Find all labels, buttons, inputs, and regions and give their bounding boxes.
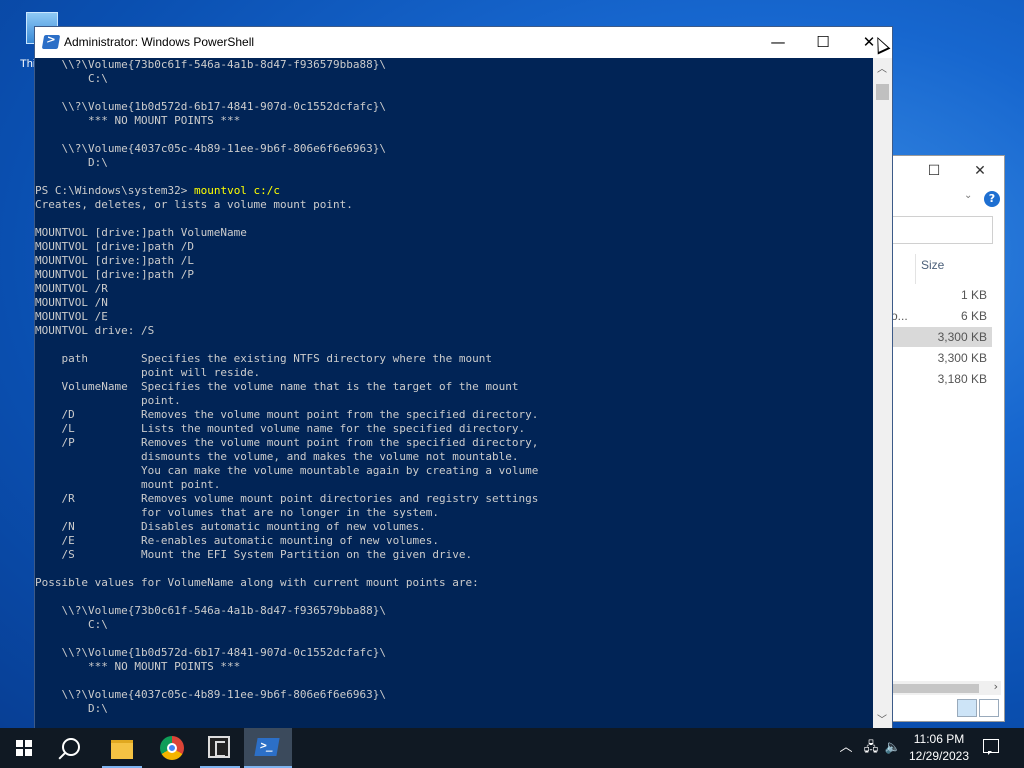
help-icon[interactable]: ?: [984, 191, 1000, 207]
powershell-icon: [254, 738, 280, 756]
chevron-down-icon[interactable]: ⌄: [964, 190, 972, 201]
file-size: 3,300 KB: [937, 330, 987, 344]
volume-icon[interactable]: 🔈: [882, 728, 904, 768]
windows-logo-icon: [16, 740, 32, 756]
file-size: 3,300 KB: [937, 351, 987, 365]
explorer-close-button[interactable]: ✕: [957, 156, 1003, 186]
taskbar: ︿ 🖧 🔈 11:06 PM 12/29/2023: [0, 728, 1024, 768]
clock-date: 12/29/2023: [908, 749, 970, 763]
system-clock[interactable]: 11:06 PM 12/29/2023: [904, 731, 974, 765]
size-column-header[interactable]: Size: [921, 258, 944, 272]
vertical-scrollbar[interactable]: ︿ ﹀: [873, 58, 892, 728]
large-icons-view-icon[interactable]: [979, 699, 999, 717]
start-button[interactable]: [0, 728, 48, 768]
chrome-icon: [160, 736, 184, 760]
scroll-down-icon[interactable]: ﹀: [877, 711, 887, 726]
notifications-icon[interactable]: [983, 739, 999, 755]
powershell-icon: >: [41, 33, 61, 49]
app-icon: [208, 736, 230, 758]
scrollbar-thumb[interactable]: [876, 84, 889, 100]
explorer-search-input[interactable]: [881, 216, 993, 244]
typed-command: mountvol c:/c: [193, 184, 281, 197]
clock-time: 11:06 PM: [913, 732, 965, 746]
search-icon: [62, 738, 80, 756]
desktop-icon-label: Thi: [20, 58, 36, 70]
console-text-before: \\?\Volume{73b0c61f-546a-4a1b-8d47-f9365…: [35, 58, 386, 197]
show-hidden-icons-chevron-icon[interactable]: ︿: [836, 728, 856, 768]
scroll-up-icon[interactable]: ︿: [877, 60, 887, 75]
title-bar[interactable]: > Administrator: Windows PowerShell — ☐ …: [35, 27, 892, 58]
column-divider: [915, 254, 916, 284]
taskbar-file-explorer[interactable]: [98, 728, 146, 768]
taskbar-app[interactable]: [196, 728, 244, 768]
console-text-after: Creates, deletes, or lists a volume moun…: [35, 198, 539, 715]
taskbar-chrome[interactable]: [148, 728, 196, 768]
file-size: 1 KB: [960, 288, 987, 302]
taskbar-powershell[interactable]: [244, 728, 292, 768]
folder-icon: [111, 740, 133, 759]
details-view-icon[interactable]: [957, 699, 977, 717]
search-button[interactable]: [48, 728, 96, 768]
network-icon[interactable]: 🖧: [860, 728, 882, 768]
maximize-button[interactable]: ☐: [800, 27, 846, 58]
powershell-window: > Administrator: Windows PowerShell — ☐ …: [34, 26, 893, 730]
file-name: o...: [891, 309, 908, 323]
explorer-maximize-button[interactable]: ☐: [911, 156, 957, 186]
scroll-right-icon[interactable]: ›: [994, 680, 998, 693]
console-area[interactable]: \\?\Volume{73b0c61f-546a-4a1b-8d47-f9365…: [35, 58, 873, 728]
console-output: \\?\Volume{73b0c61f-546a-4a1b-8d47-f9365…: [35, 58, 873, 728]
window-title: Administrator: Windows PowerShell: [64, 35, 255, 49]
file-size: 3,180 KB: [937, 372, 987, 386]
minimize-button[interactable]: —: [755, 27, 801, 58]
file-size: 6 KB: [960, 309, 987, 323]
